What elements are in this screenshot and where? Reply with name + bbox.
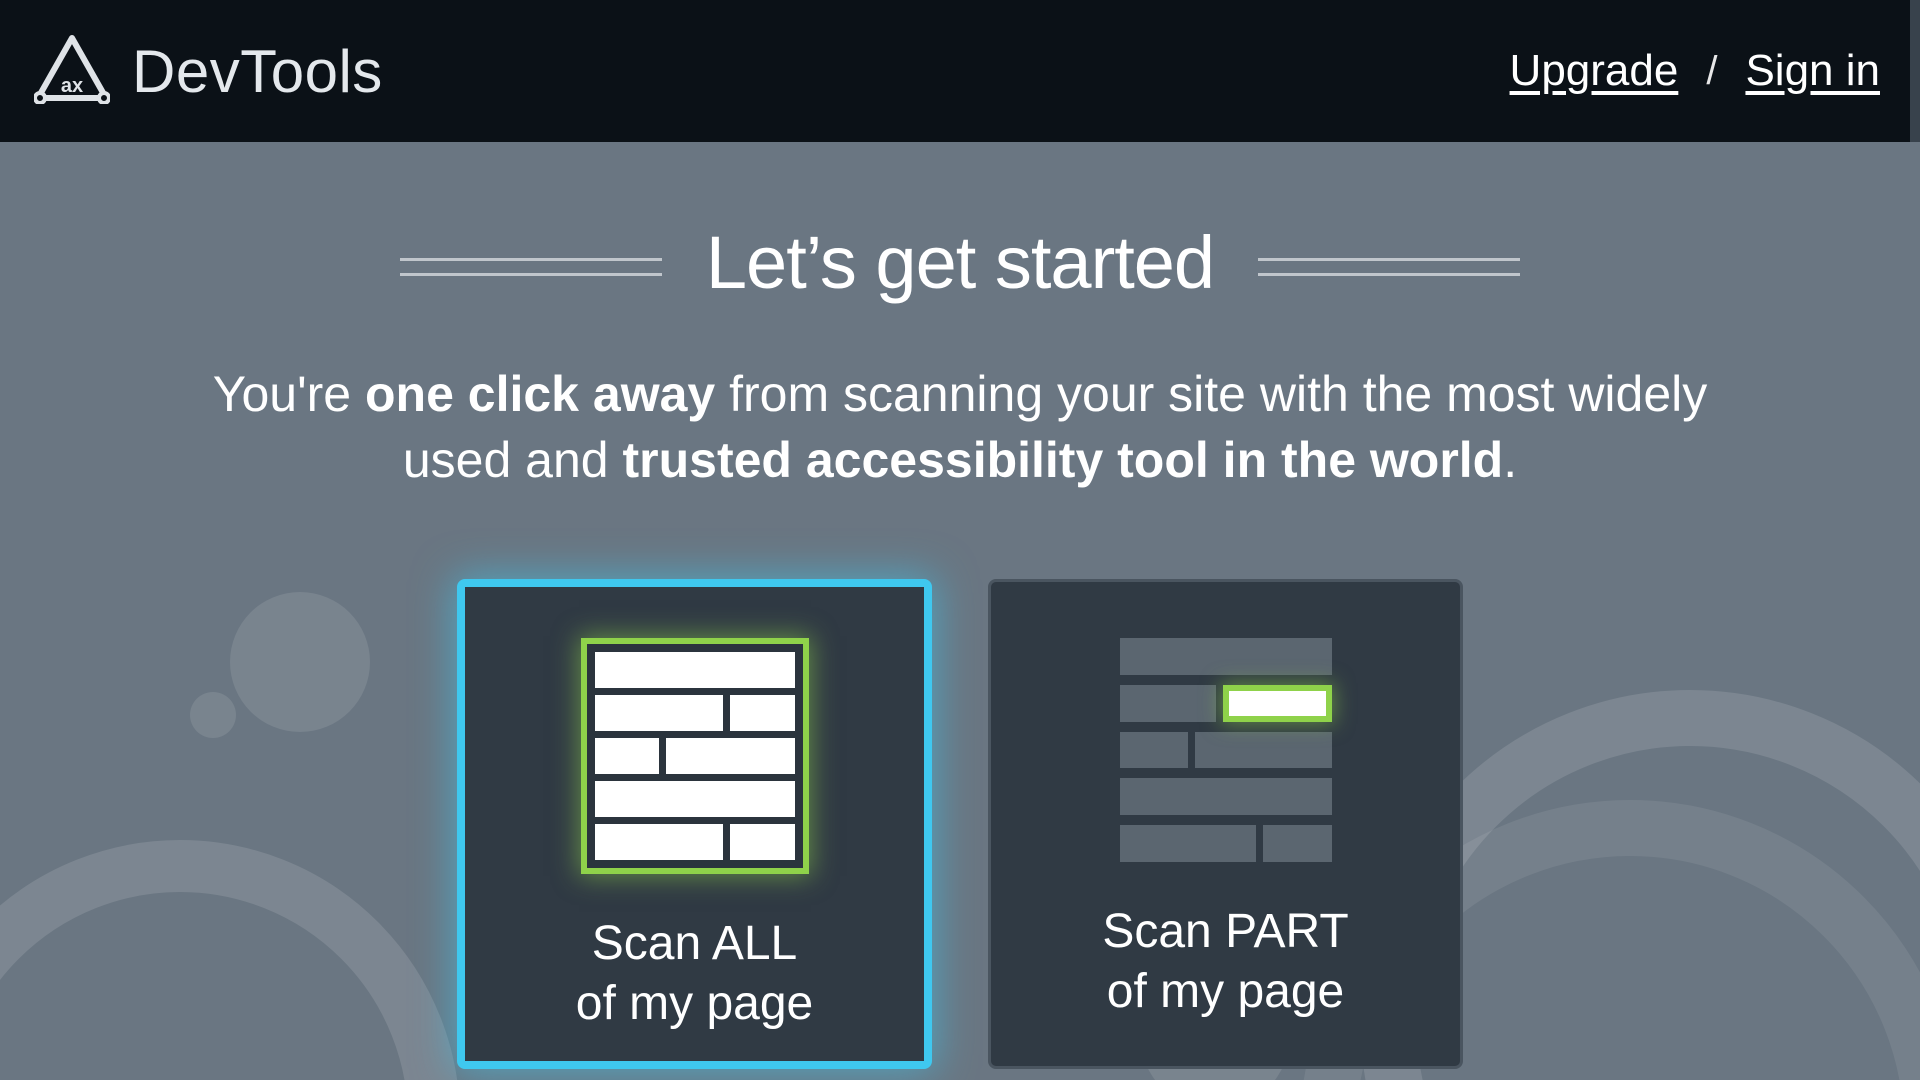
svg-text:ax: ax <box>61 75 83 97</box>
signin-link[interactable]: Sign in <box>1745 46 1880 96</box>
card-label-line: of my page <box>576 977 813 1030</box>
subtitle-text: . <box>1503 432 1517 488</box>
scan-part-label: Scan PART of my page <box>1102 902 1348 1022</box>
card-label-line: Scan ALL <box>592 917 798 970</box>
card-label-line: Scan PART <box>1102 905 1348 958</box>
scan-option-cards: Scan ALL of my page Scan PART of my page <box>457 579 1463 1069</box>
brand: ax DevTools <box>34 34 383 109</box>
scan-all-card[interactable]: Scan ALL of my page <box>457 579 932 1069</box>
header-right-edge <box>1910 0 1920 142</box>
nav-divider: / <box>1706 49 1717 94</box>
scan-all-label: Scan ALL of my page <box>576 914 813 1034</box>
axe-logo-icon: ax <box>34 34 110 109</box>
page-title: Let’s get started <box>706 220 1214 305</box>
title-rule-left <box>400 258 662 268</box>
scan-part-card[interactable]: Scan PART of my page <box>988 579 1463 1069</box>
scan-all-illustration-icon <box>581 638 809 874</box>
card-label-line: of my page <box>1107 965 1344 1018</box>
header-nav: Upgrade / Sign in <box>1510 46 1880 96</box>
subtitle-bold: trusted accessibility tool in the world <box>623 432 1504 488</box>
subtitle-bold: one click away <box>365 366 715 422</box>
brand-name: DevTools <box>132 37 383 106</box>
subtitle: You're one click away from scanning your… <box>180 361 1740 493</box>
scan-part-illustration-icon <box>1120 638 1332 862</box>
app-header: ax DevTools Upgrade / Sign in <box>0 0 1920 142</box>
title-row: Let’s get started <box>400 220 1520 305</box>
upgrade-link[interactable]: Upgrade <box>1510 46 1679 96</box>
title-rule-right <box>1258 258 1520 268</box>
main-area: Let’s get started You're one click away … <box>0 142 1920 1080</box>
subtitle-text: You're <box>213 366 365 422</box>
